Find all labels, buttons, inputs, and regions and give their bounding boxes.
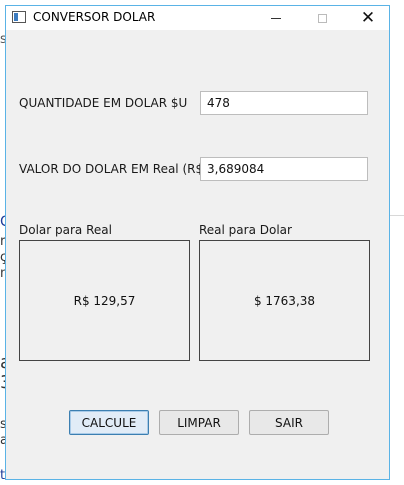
rate-label: VALOR DO DOLAR EM Real (R$) <box>19 162 208 176</box>
real-para-dolar-value: $ 1763,38 <box>253 293 316 308</box>
sair-button[interactable]: SAIR <box>249 410 329 435</box>
dolar-para-real-value: R$ 129,57 <box>73 293 136 308</box>
title-bar[interactable]: CONVERSOR DOLAR ✕ <box>6 6 389 30</box>
dolar-para-real-label: Dolar para Real <box>19 223 112 237</box>
real-para-dolar-label: Real para Dolar <box>199 223 292 237</box>
close-button[interactable]: ✕ <box>345 6 391 30</box>
real-para-dolar-result: $ 1763,38 <box>199 240 370 361</box>
quantity-input[interactable] <box>200 91 368 115</box>
minimize-icon <box>271 17 281 19</box>
calcule-button[interactable]: CALCULE <box>69 410 149 435</box>
converter-window: CONVERSOR DOLAR ✕ QUANTIDADE EM DOLAR $U… <box>5 5 390 480</box>
close-icon: ✕ <box>360 7 376 28</box>
quantity-label: QUANTIDADE EM DOLAR $U <box>19 96 188 110</box>
rate-input[interactable] <box>200 157 368 181</box>
dolar-para-real-result: R$ 129,57 <box>19 240 190 361</box>
maximize-button[interactable] <box>299 6 345 30</box>
window-title: CONVERSOR DOLAR <box>33 10 156 24</box>
app-window-icon <box>12 11 26 23</box>
maximize-icon <box>317 13 327 23</box>
limpar-button[interactable]: LIMPAR <box>159 410 239 435</box>
minimize-button[interactable] <box>253 6 299 30</box>
background-divider <box>390 215 404 216</box>
